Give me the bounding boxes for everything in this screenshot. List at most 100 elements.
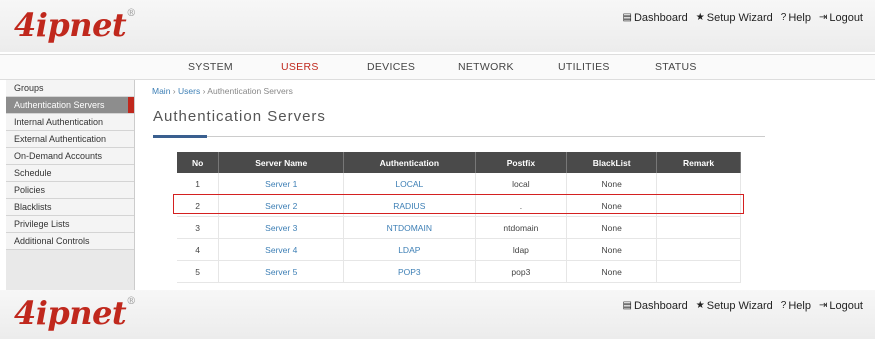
dashboard-link[interactable]: ▤ Dashboard bbox=[622, 300, 687, 312]
sidebar-item-groups[interactable]: Groups bbox=[6, 80, 134, 97]
col-authentication: Authentication bbox=[343, 152, 476, 173]
star-icon: ★ bbox=[695, 12, 705, 23]
sidebar-item-schedule[interactable]: Schedule bbox=[6, 165, 134, 182]
sidebar-item-internal-authentication[interactable]: Internal Authentication bbox=[6, 114, 134, 131]
sidebar: Groups Authentication Servers Internal A… bbox=[6, 80, 135, 290]
cell-authentication[interactable]: RADIUS bbox=[343, 194, 476, 217]
logout-link[interactable]: ⇥ Logout bbox=[819, 12, 863, 24]
cell-server-name[interactable]: Server 3 bbox=[218, 216, 345, 239]
cell-no: 1 bbox=[177, 173, 220, 195]
table-row: 1 Server 1 LOCAL local None bbox=[177, 173, 741, 195]
nav-status[interactable]: STATUS bbox=[655, 61, 697, 73]
sidebar-item-additional-controls[interactable]: Additional Controls bbox=[6, 233, 134, 250]
logo-text: 4ipnet bbox=[14, 6, 127, 44]
table-header-row: No Server Name Authentication Postfix Bl… bbox=[177, 152, 741, 173]
cell-blacklist: None bbox=[566, 260, 658, 283]
help-link[interactable]: ? Help bbox=[781, 12, 811, 24]
cell-blacklist: None bbox=[566, 238, 658, 261]
auth-servers-table: No Server Name Authentication Postfix Bl… bbox=[177, 152, 741, 283]
sidebar-item-external-authentication[interactable]: External Authentication bbox=[6, 131, 134, 148]
question-icon: ? bbox=[780, 300, 787, 311]
cell-remark bbox=[656, 173, 741, 195]
sidebar-item-blacklists[interactable]: Blacklists bbox=[6, 199, 134, 216]
cell-postfix: local bbox=[475, 173, 568, 195]
cell-authentication[interactable]: POP3 bbox=[343, 260, 476, 283]
cell-server-name[interactable]: Server 4 bbox=[218, 238, 345, 261]
cell-authentication[interactable]: LDAP bbox=[343, 238, 476, 261]
sidebar-item-privilege-lists[interactable]: Privilege Lists bbox=[6, 216, 134, 233]
cell-authentication[interactable]: LOCAL bbox=[343, 173, 476, 195]
cell-postfix: ntdomain bbox=[475, 216, 568, 239]
nav-utilities[interactable]: UTILITIES bbox=[558, 61, 610, 73]
cell-server-name[interactable]: Server 2 bbox=[218, 194, 345, 217]
brand-logo[interactable]: 4ipnet® bbox=[14, 294, 136, 332]
table-row: 2 Server 2 RADIUS . None bbox=[177, 194, 741, 217]
top-header: 4ipnet® ▤ Dashboard ★ Setup Wizard ? Help ⇥… bbox=[0, 0, 875, 52]
cell-remark bbox=[656, 260, 741, 283]
help-label: Help bbox=[788, 12, 811, 24]
title-divider bbox=[153, 136, 765, 137]
cell-no: 4 bbox=[177, 238, 220, 261]
setup-wizard-label: Setup Wizard bbox=[706, 12, 773, 24]
nav-devices[interactable]: DEVICES bbox=[367, 61, 415, 73]
cell-authentication[interactable]: NTDOMAIN bbox=[343, 216, 476, 239]
logout-icon: ⇥ bbox=[818, 300, 828, 311]
title-accent-bar bbox=[153, 135, 207, 138]
breadcrumb-users[interactable]: Users bbox=[178, 86, 200, 96]
nav-users[interactable]: USERS bbox=[281, 61, 319, 73]
logout-label: Logout bbox=[829, 12, 863, 24]
star-icon: ★ bbox=[695, 300, 705, 311]
top-links: ▤ Dashboard ★ Setup Wizard ? Help ⇥ Logout bbox=[622, 300, 863, 312]
dashboard-icon: ▤ bbox=[622, 12, 632, 23]
col-blacklist: BlackList bbox=[566, 152, 658, 173]
col-no: No bbox=[177, 152, 220, 173]
logout-icon: ⇥ bbox=[818, 12, 828, 23]
dashboard-label: Dashboard bbox=[633, 300, 688, 312]
cell-server-name[interactable]: Server 5 bbox=[218, 260, 345, 283]
registered-mark: ® bbox=[126, 296, 136, 307]
setup-wizard-link[interactable]: ★ Setup Wizard bbox=[696, 12, 773, 24]
col-server-name: Server Name bbox=[218, 152, 345, 173]
logout-link[interactable]: ⇥ Logout bbox=[819, 300, 863, 312]
brand-logo[interactable]: 4ipnet® bbox=[14, 6, 136, 44]
cell-remark bbox=[656, 238, 741, 261]
breadcrumb-current: Authentication Servers bbox=[207, 86, 293, 96]
nav-system[interactable]: SYSTEM bbox=[188, 61, 233, 73]
table-row: 3 Server 3 NTDOMAIN ntdomain None bbox=[177, 216, 741, 239]
breadcrumb-separator: › bbox=[170, 86, 178, 96]
main-content: Main › Users › Authentication Servers Au… bbox=[136, 80, 875, 290]
cell-no: 3 bbox=[177, 216, 220, 239]
question-icon: ? bbox=[780, 12, 787, 23]
dashboard-link[interactable]: ▤ Dashboard bbox=[622, 12, 687, 24]
cell-no: 5 bbox=[177, 260, 220, 283]
page-title: Authentication Servers bbox=[153, 108, 326, 125]
main-nav: SYSTEM USERS DEVICES NETWORK UTILITIES S… bbox=[0, 54, 875, 80]
table-row: 4 Server 4 LDAP ldap None bbox=[177, 238, 741, 261]
cell-blacklist: None bbox=[566, 194, 658, 217]
breadcrumb: Main › Users › Authentication Servers bbox=[152, 86, 293, 96]
sidebar-item-authentication-servers[interactable]: Authentication Servers bbox=[6, 97, 134, 114]
setup-wizard-link[interactable]: ★ Setup Wizard bbox=[696, 300, 773, 312]
table-row: 5 Server 5 POP3 pop3 None bbox=[177, 260, 741, 283]
help-link[interactable]: ? Help bbox=[781, 300, 811, 312]
cell-blacklist: None bbox=[566, 216, 658, 239]
col-postfix: Postfix bbox=[475, 152, 568, 173]
dashboard-icon: ▤ bbox=[622, 300, 632, 311]
cell-postfix: . bbox=[475, 194, 568, 217]
sidebar-item-on-demand-accounts[interactable]: On-Demand Accounts bbox=[6, 148, 134, 165]
cell-server-name[interactable]: Server 1 bbox=[218, 173, 345, 195]
cell-blacklist: None bbox=[566, 173, 658, 195]
cell-postfix: ldap bbox=[475, 238, 568, 261]
setup-wizard-label: Setup Wizard bbox=[706, 300, 773, 312]
logout-label: Logout bbox=[829, 300, 863, 312]
top-links: ▤ Dashboard ★ Setup Wizard ? Help ⇥ Logout bbox=[622, 12, 863, 24]
logo-text: 4ipnet bbox=[14, 294, 127, 332]
cell-remark bbox=[656, 194, 741, 217]
col-remark: Remark bbox=[656, 152, 741, 173]
breadcrumb-main[interactable]: Main bbox=[152, 86, 170, 96]
nav-network[interactable]: NETWORK bbox=[458, 61, 514, 73]
bottom-header: 4ipnet® ▤ Dashboard ★ Setup Wizard ? Help ⇥… bbox=[0, 290, 875, 339]
sidebar-item-policies[interactable]: Policies bbox=[6, 182, 134, 199]
help-label: Help bbox=[788, 300, 811, 312]
cell-postfix: pop3 bbox=[475, 260, 568, 283]
